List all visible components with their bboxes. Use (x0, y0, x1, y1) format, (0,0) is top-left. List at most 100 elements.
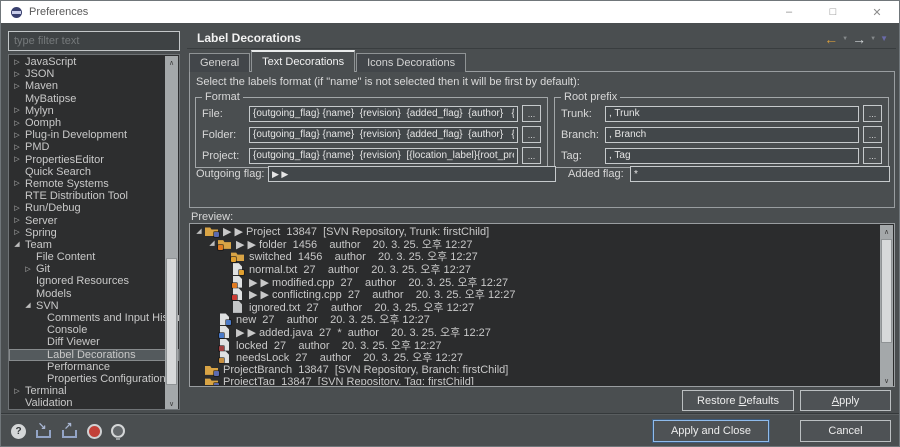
lightbulb-icon[interactable] (111, 424, 125, 438)
tree-expander-icon[interactable]: ◢ (193, 228, 205, 235)
sidebar-item-ignored-resources[interactable]: Ignored Resources (9, 275, 179, 287)
tree-expander-icon[interactable]: ◢ (11, 241, 23, 248)
browse-button[interactable]: ... (863, 126, 882, 143)
root-prefix-branch-input[interactable] (605, 127, 859, 143)
apply-button[interactable]: Apply (800, 390, 891, 411)
sidebar-item-comments-and-input-history[interactable]: Comments and Input History (9, 312, 179, 324)
sidebar-item-rte-distribution-tool[interactable]: RTE Distribution Tool (9, 190, 179, 202)
sidebar-item-quick-search[interactable]: Quick Search (9, 166, 179, 178)
sidebar-item-file-content[interactable]: File Content (9, 251, 179, 263)
preference-recorder-icon[interactable] (87, 424, 102, 439)
sidebar-item-label: Diff Viewer (45, 336, 102, 348)
scroll-up-icon[interactable]: ∧ (165, 56, 178, 69)
sidebar-item-mybatipse[interactable]: MyBatipse (9, 93, 179, 105)
sidebar-item-plug-in-development[interactable]: ▷Plug-in Development (9, 129, 179, 141)
conflict-icon (231, 288, 245, 300)
preview-scrollbar[interactable]: ∧ ∨ (880, 225, 893, 387)
scroll-down-icon[interactable]: ∨ (165, 397, 178, 410)
tree-expander-icon[interactable]: ▷ (11, 144, 23, 151)
sidebar-item-terminal[interactable]: ▷Terminal (9, 385, 179, 397)
sidebar-item-json[interactable]: ▷JSON (9, 68, 179, 80)
format-file-input[interactable] (249, 106, 518, 122)
sidebar-item-performance[interactable]: Performance (9, 361, 179, 373)
tree-expander-icon[interactable]: ▷ (11, 229, 23, 236)
tree-expander-icon[interactable]: ◢ (22, 302, 34, 309)
format-project-input[interactable] (249, 148, 518, 164)
sidebar-item-spring[interactable]: ▷Spring (9, 227, 179, 239)
tree-expander-icon[interactable]: ▷ (11, 205, 23, 212)
tree-expander-icon[interactable]: ▷ (11, 120, 23, 127)
tab-general[interactable]: General (189, 53, 250, 72)
scroll-up-icon[interactable]: ∧ (880, 225, 893, 238)
cancel-button[interactable]: Cancel (800, 420, 891, 442)
preview-row[interactable]: ProjectTag 13847 [SVN Repository, Tag: f… (191, 376, 880, 385)
sidebar-item-label: JSON (23, 68, 56, 80)
sidebar-item-diff-viewer[interactable]: Diff Viewer (9, 336, 179, 348)
sidebar-item-git[interactable]: ▷Git (9, 263, 179, 275)
tree-expander-icon[interactable]: ▷ (11, 71, 23, 78)
apply-and-close-button[interactable]: Apply and Close (653, 420, 769, 442)
scrollbar-thumb[interactable] (166, 258, 177, 385)
added-flag-input[interactable] (630, 166, 890, 182)
restore-defaults-button[interactable]: Restore Defaults (682, 390, 794, 411)
maximize-button[interactable]: □ (811, 1, 855, 23)
tree-expander-icon[interactable]: ▷ (11, 132, 23, 139)
tree-expander-icon[interactable]: ▷ (11, 388, 23, 395)
bottom-icons: ? (11, 419, 125, 443)
back-arrow-icon[interactable]: ← (824, 32, 838, 46)
filter-input[interactable] (8, 31, 180, 51)
preview-row[interactable]: ProjectBranch 13847 [SVN Repository, Bra… (191, 364, 880, 377)
preview-row[interactable]: needsLock 27 author 20. 3. 25. 오후 12:27 (191, 351, 880, 364)
sidebar-item-mylyn[interactable]: ▷Mylyn (9, 105, 179, 117)
sidebar-item-oomph[interactable]: ▷Oomph (9, 117, 179, 129)
sidebar-item-maven[interactable]: ▷Maven (9, 80, 179, 92)
sidebar-scrollbar[interactable]: ∧ ∨ (165, 56, 178, 410)
tree-expander-icon[interactable]: ▷ (11, 83, 23, 90)
scrollbar-thumb[interactable] (881, 239, 892, 343)
view-menu-icon[interactable]: ▼ (880, 34, 888, 43)
tree-expander-icon[interactable]: ▷ (11, 217, 23, 224)
tree-expander-icon[interactable]: ▷ (11, 180, 23, 187)
sidebar-item-svn[interactable]: ◢SVN (9, 300, 179, 312)
sidebar-item-propertieseditor[interactable]: ▷PropertiesEditor (9, 154, 179, 166)
browse-button[interactable]: ... (863, 147, 882, 164)
browse-button[interactable]: ... (522, 147, 541, 164)
outgoing-flag-input[interactable] (268, 166, 556, 182)
minimize-button[interactable]: – (767, 1, 811, 23)
sidebar-item-javascript[interactable]: ▷JavaScript (9, 56, 179, 68)
root-prefix-trunk-input[interactable] (605, 106, 859, 122)
browse-button[interactable]: ... (863, 105, 882, 122)
back-menu-caret-icon[interactable]: ▼ (842, 36, 848, 42)
sidebar-item-models[interactable]: Models (9, 288, 179, 300)
sidebar-item-label-decorations[interactable]: Label Decorations (9, 349, 179, 361)
close-button[interactable]: ✕ (855, 1, 899, 23)
export-preferences-icon[interactable] (61, 424, 78, 438)
format-folder-input[interactable] (249, 127, 518, 143)
tree-expander-icon[interactable]: ▷ (11, 156, 23, 163)
tab-text-decorations[interactable]: Text Decorations (251, 50, 355, 72)
help-icon[interactable]: ? (11, 424, 26, 439)
browse-button[interactable]: ... (522, 126, 541, 143)
sidebar-item-server[interactable]: ▷Server (9, 214, 179, 226)
sidebar-item-label: Ignored Resources (34, 275, 131, 287)
root-prefix-tag-input[interactable] (605, 148, 859, 164)
tree-expander-icon[interactable]: ◢ (206, 240, 218, 247)
sidebar-item-label: SVN (34, 300, 61, 312)
browse-button[interactable]: ... (522, 105, 541, 122)
sidebar-item-validation[interactable]: Validation (9, 397, 179, 409)
forward-arrow-icon[interactable]: → (852, 32, 866, 46)
tab-icons-decorations[interactable]: Icons Decorations (356, 53, 466, 72)
sidebar-item-pmd[interactable]: ▷PMD (9, 141, 179, 153)
scroll-down-icon[interactable]: ∨ (880, 374, 893, 387)
sidebar-item-team[interactable]: ◢Team (9, 239, 179, 251)
tree-expander-icon[interactable]: ▷ (11, 107, 23, 114)
sidebar-item-properties-configuration[interactable]: Properties Configuration (9, 373, 179, 385)
sidebar-item-label: Git (34, 263, 52, 275)
import-preferences-icon[interactable] (35, 424, 52, 438)
tree-expander-icon[interactable]: ▷ (22, 266, 34, 273)
forward-menu-caret-icon[interactable]: ▼ (870, 36, 876, 42)
tree-expander-icon[interactable]: ▷ (11, 59, 23, 66)
sidebar-item-console[interactable]: Console (9, 324, 179, 336)
sidebar-item-remote-systems[interactable]: ▷Remote Systems (9, 178, 179, 190)
sidebar-item-run-debug[interactable]: ▷Run/Debug (9, 202, 179, 214)
